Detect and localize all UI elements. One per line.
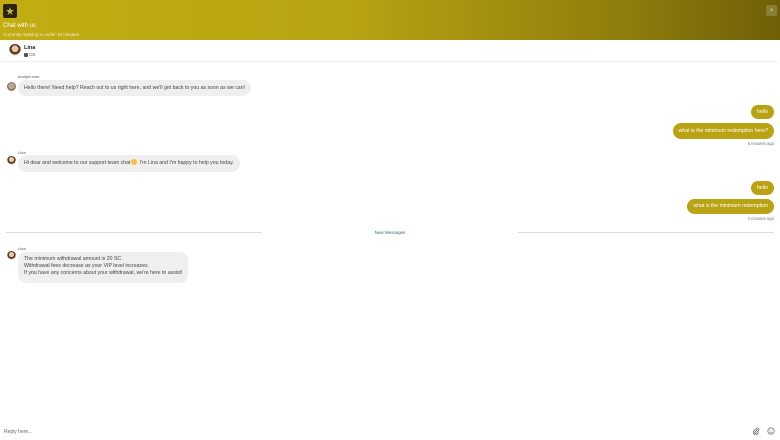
agent-avatar (9, 44, 21, 56)
divider-line-right (518, 232, 774, 233)
emoji-icon[interactable] (765, 425, 777, 437)
message-bubble-outgoing: hello (751, 181, 774, 195)
smile-emoji-icon (131, 159, 138, 165)
message-bubble-outgoing: hello (751, 105, 774, 119)
message-bubble-outgoing: what is the minimum redemption (687, 199, 774, 214)
message-text: Hi dear and welcome to our support team … (24, 160, 131, 166)
reply-composer (0, 422, 780, 440)
message-line: The minimum withdrawal amount is 20 SC. (24, 256, 123, 262)
message-timestamp: 8 minutes ago (747, 141, 774, 146)
chat-title: Chat with us (3, 23, 37, 29)
chat-subtitle: Currently replying in under 10 minutes (3, 32, 80, 37)
bot-avatar (7, 82, 16, 91)
agent-role: CS (24, 52, 35, 57)
message-timestamp: 2 minutes ago (747, 216, 774, 221)
message-bubble-incoming: The minimum withdrawal amount is 20 SC. … (18, 252, 189, 283)
agent-avatar-small (7, 251, 16, 260)
message-sender: buckjet.com (18, 74, 40, 79)
message-text: I'm Lina and I'm happy to help you today… (138, 160, 234, 166)
message-line: Withdrawal fees decrease as your VIP lev… (24, 263, 150, 269)
reply-input[interactable] (4, 427, 724, 436)
agent-role-label: CS (29, 52, 36, 57)
attachment-icon[interactable] (750, 425, 762, 437)
message-bubble-incoming: Hello there! Need help? Reach out to us … (18, 80, 252, 96)
chat-header: Chat with us Currently replying in under… (0, 0, 780, 40)
brand-logo-icon (3, 4, 17, 18)
close-icon[interactable]: × (766, 5, 777, 16)
message-bubble-outgoing: what is the minimum redemption here? (672, 123, 774, 139)
role-icon (24, 52, 28, 57)
agent-avatar-small (7, 156, 16, 165)
chat-panel: Lina CS buckjet.com Hello there! Need he… (2, 40, 778, 418)
message-bubble-incoming: Hi dear and welcome to our support team … (18, 155, 240, 172)
agent-name: Lina (24, 45, 36, 51)
message-line: If you have any concerns about your with… (24, 270, 183, 276)
agent-bar: Lina CS (2, 40, 778, 62)
message-sender: Lina (18, 246, 26, 251)
